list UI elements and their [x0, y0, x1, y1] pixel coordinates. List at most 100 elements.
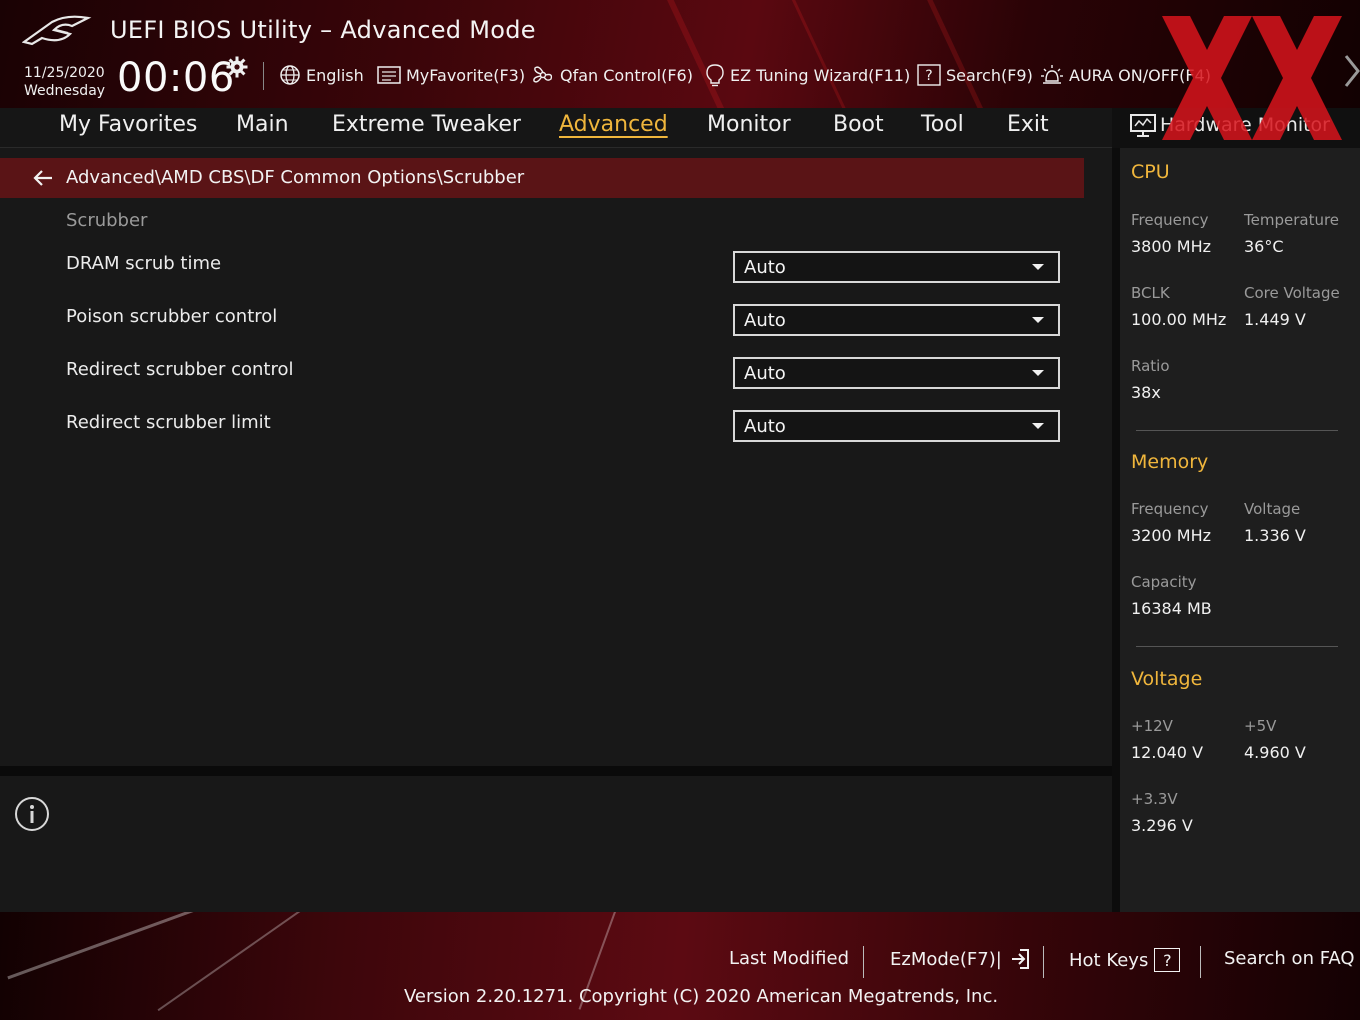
dropdown-value: Auto — [744, 257, 786, 278]
tab-my-favorites[interactable]: My Favorites — [59, 112, 197, 137]
section-title: Scrubber — [66, 210, 148, 231]
myfavorite-button[interactable]: MyFavorite(F3) — [377, 62, 525, 88]
v33-value: 3.296 V — [1131, 816, 1193, 835]
rog-logo-icon — [22, 15, 92, 46]
section-divider — [1136, 646, 1338, 647]
last-modified-button[interactable]: Last Modified — [729, 948, 849, 969]
caret-down-icon — [1032, 317, 1044, 323]
ratio-label: Ratio — [1131, 357, 1170, 375]
dropdown-value: Auto — [744, 310, 786, 331]
search-faq-button[interactable]: Search on FAQ — [1224, 948, 1355, 969]
monitor-icon — [1130, 114, 1156, 137]
help-panel — [0, 776, 1112, 912]
header-divider — [263, 62, 264, 90]
redirect-scrubber-control-select[interactable]: Auto — [733, 357, 1060, 389]
back-arrow-icon[interactable] — [32, 168, 54, 188]
lightbulb-icon — [706, 64, 724, 87]
cpu-frequency-value: 3800 MHz — [1131, 237, 1212, 256]
aura-light-icon — [1041, 65, 1063, 84]
memory-frequency-value: 3200 MHz — [1131, 526, 1212, 545]
bclk-label: BCLK — [1131, 284, 1170, 302]
hardware-monitor-panel: CPU Frequency 3800 MHz Temperature 36°C … — [1120, 148, 1360, 912]
tab-boot[interactable]: Boot — [833, 112, 884, 137]
ratio-value: 38x — [1131, 383, 1161, 402]
settings-panel: Advanced\AMD CBS\DF Common Options\Scrub… — [0, 148, 1112, 766]
setting-label: DRAM scrub time — [66, 253, 222, 274]
page-title: UEFI BIOS Utility – Advanced Mode — [110, 16, 536, 44]
help-key-icon: ? — [1154, 948, 1181, 972]
footer-divider — [1043, 946, 1044, 978]
date-display: 11/25/2020 Wednesday — [24, 64, 105, 100]
tab-advanced[interactable]: Advanced — [559, 112, 668, 137]
ezmode-label: EzMode(F7)| — [890, 948, 1002, 970]
core-voltage-value: 1.449 V — [1244, 310, 1306, 329]
svg-text:?: ? — [925, 68, 932, 84]
ez-tuning-button[interactable]: EZ Tuning Wizard(F11) — [705, 62, 910, 88]
setting-label: Poison scrubber control — [66, 306, 278, 327]
memory-section-title: Memory — [1131, 451, 1209, 473]
info-icon — [15, 797, 49, 831]
cpu-frequency-label: Frequency — [1131, 211, 1209, 229]
setting-row-redirect-scrubber-limit: Redirect scrubber limit Auto — [0, 406, 1084, 446]
date-text: 11/25/2020 — [24, 65, 105, 81]
cpu-temperature-label: Temperature — [1244, 211, 1340, 229]
breadcrumb: Advanced\AMD CBS\DF Common Options\Scrub… — [66, 167, 525, 188]
tab-tool[interactable]: Tool — [921, 112, 964, 137]
poison-scrubber-control-select[interactable]: Auto — [733, 304, 1060, 336]
dropdown-value: Auto — [744, 416, 786, 437]
breadcrumb-bar: Advanced\AMD CBS\DF Common Options\Scrub… — [0, 158, 1084, 198]
cpu-temperature-value: 36°C — [1244, 237, 1284, 256]
watermark-logo — [1162, 16, 1342, 140]
v5-value: 4.960 V — [1244, 743, 1306, 762]
tab-main[interactable]: Main — [236, 112, 289, 137]
globe-icon — [280, 65, 300, 85]
tab-extreme-tweaker[interactable]: Extreme Tweaker — [332, 112, 521, 137]
caret-down-icon — [1032, 264, 1044, 270]
setting-row-redirect-scrubber-control: Redirect scrubber control Auto — [0, 353, 1084, 393]
main-nav-tabs: My Favorites Main Extreme Tweaker Advanc… — [0, 108, 1112, 148]
panel-divider — [0, 766, 1112, 776]
tab-exit[interactable]: Exit — [1007, 112, 1049, 137]
voltage-section-title: Voltage — [1131, 668, 1203, 690]
v5-label: +5V — [1244, 717, 1277, 735]
footer-divider — [863, 946, 864, 978]
section-divider — [1136, 430, 1338, 431]
qfan-label: Qfan Control(F6) — [560, 65, 693, 85]
search-button[interactable]: ? Search(F9) — [917, 62, 1033, 88]
caret-down-icon — [1032, 423, 1044, 429]
v12-value: 12.040 V — [1131, 743, 1204, 762]
setting-row-poison-scrubber-control: Poison scrubber control Auto — [0, 300, 1084, 340]
ez-tuning-label: EZ Tuning Wizard(F11) — [730, 65, 911, 85]
core-voltage-label: Core Voltage — [1244, 284, 1340, 302]
footer-divider — [1200, 946, 1201, 978]
memory-capacity-label: Capacity — [1131, 573, 1197, 591]
gear-icon[interactable] — [226, 56, 248, 78]
setting-row-dram-scrub-time: DRAM scrub time Auto — [0, 247, 1084, 287]
hot-keys-button[interactable]: Hot Keys ? — [1069, 948, 1181, 972]
ezmode-button[interactable]: EzMode(F7)| — [890, 948, 1030, 970]
memory-voltage-value: 1.336 V — [1244, 526, 1306, 545]
search-label: Search(F9) — [946, 65, 1033, 85]
myfavorite-label: MyFavorite(F3) — [406, 65, 526, 85]
tab-monitor[interactable]: Monitor — [707, 112, 791, 137]
redirect-scrubber-limit-select[interactable]: Auto — [733, 410, 1060, 442]
hot-keys-label: Hot Keys — [1069, 949, 1149, 971]
help-search-icon: ? — [917, 64, 941, 86]
collapse-arrow-icon[interactable] — [1344, 52, 1360, 90]
qfan-button[interactable]: Qfan Control(F6) — [531, 62, 693, 88]
clock-display[interactable]: 00:06 — [117, 55, 235, 101]
dram-scrub-time-select[interactable]: Auto — [733, 251, 1060, 283]
day-text: Wednesday — [24, 83, 106, 99]
caret-down-icon — [1032, 370, 1044, 376]
language-label: English — [306, 65, 364, 85]
language-button[interactable]: English — [279, 62, 364, 88]
v12-label: +12V — [1131, 717, 1173, 735]
cpu-section-title: CPU — [1131, 161, 1170, 183]
footer-bar: Last Modified EzMode(F7)| Hot Keys ? Sea… — [0, 912, 1360, 1020]
setting-label: Redirect scrubber limit — [66, 412, 271, 433]
last-modified-label: Last Modified — [729, 948, 850, 969]
exit-arrow-icon — [1011, 949, 1029, 969]
search-faq-label: Search on FAQ — [1224, 948, 1355, 969]
dropdown-value: Auto — [744, 363, 786, 384]
memory-frequency-label: Frequency — [1131, 500, 1209, 518]
